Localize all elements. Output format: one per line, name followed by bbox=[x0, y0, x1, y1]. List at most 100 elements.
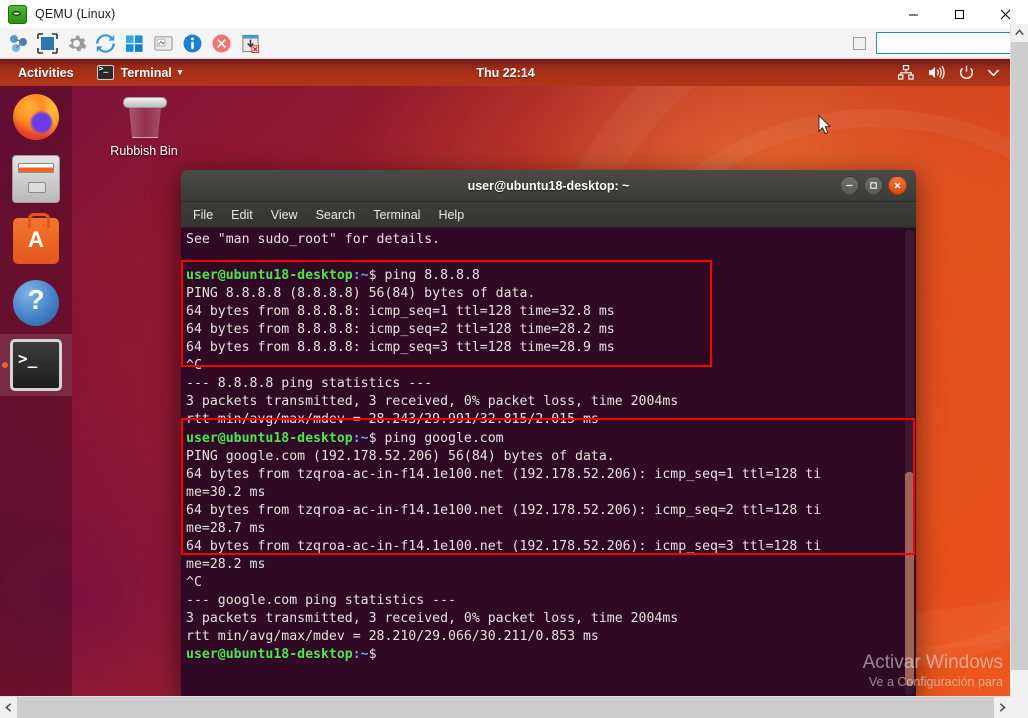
topbar-app-name: Terminal bbox=[121, 66, 172, 80]
fullscreen-icon[interactable] bbox=[35, 31, 59, 55]
prompt-symbol: $ bbox=[369, 431, 385, 446]
scroll-right-arrow-icon[interactable] bbox=[994, 697, 1011, 718]
terminal-line: 64 bytes from tzqroa-ac-in-f14.1e100.net… bbox=[186, 502, 896, 520]
rubbish-bin-icon bbox=[123, 94, 165, 138]
windows-key-icon[interactable] bbox=[122, 31, 146, 55]
info-icon[interactable] bbox=[180, 31, 204, 55]
host-titlebar: QEMU (Linux) bbox=[0, 0, 1028, 29]
prompt-user-host: user@ubuntu18-desktop bbox=[186, 268, 353, 283]
host-window-controls bbox=[890, 0, 1028, 28]
topbar-status-area[interactable] bbox=[898, 65, 1011, 80]
host-toolbar bbox=[0, 28, 1028, 59]
screenshot-icon[interactable] bbox=[151, 31, 175, 55]
power-tray-icon[interactable] bbox=[959, 65, 974, 80]
host-vertical-scrollbar-thumb[interactable] bbox=[1011, 42, 1028, 670]
scroll-up-arrow-icon[interactable] bbox=[1011, 24, 1028, 41]
terminal-scrollbar[interactable] bbox=[905, 230, 914, 695]
network-icon[interactable] bbox=[6, 31, 30, 55]
power-off-icon[interactable] bbox=[209, 31, 233, 55]
menu-file[interactable]: File bbox=[193, 208, 213, 222]
help-icon bbox=[13, 280, 59, 326]
network-tray-icon[interactable] bbox=[898, 65, 914, 80]
activities-button[interactable]: Activities bbox=[12, 64, 80, 82]
qemu-icon bbox=[8, 5, 27, 24]
reset-refresh-icon[interactable] bbox=[93, 31, 117, 55]
toolbar-checkbox[interactable] bbox=[853, 37, 866, 50]
prompt-path: :~ bbox=[353, 268, 369, 283]
volume-tray-icon[interactable] bbox=[928, 65, 945, 80]
terminal-command: ping google.com bbox=[385, 431, 504, 446]
terminal-line: rtt min/avg/max/mdev = 28.243/29.991/32.… bbox=[186, 411, 896, 429]
terminal-maximize-button[interactable] bbox=[864, 176, 883, 195]
host-horizontal-scrollbar[interactable] bbox=[0, 696, 1011, 718]
files-icon bbox=[12, 155, 60, 203]
terminal-window-controls bbox=[840, 170, 907, 201]
terminal-line: 64 bytes from tzqroa-ac-in-f14.1e100.net… bbox=[186, 538, 896, 556]
terminal-body[interactable]: See "man sudo_root" for details. user@ubu… bbox=[181, 228, 916, 697]
host-vertical-scrollbar[interactable] bbox=[1010, 24, 1028, 718]
prompt-user-host: user@ubuntu18-desktop bbox=[186, 431, 353, 446]
terminal-line: 64 bytes from tzqroa-ac-in-f14.1e100.net… bbox=[186, 466, 896, 484]
desktop-icon-label: Rubbish Bin bbox=[96, 144, 192, 158]
rubbish-bin-lid bbox=[123, 97, 167, 108]
terminal-line: user@ubuntu18-desktop:~$ bbox=[186, 646, 896, 664]
dock-item-terminal[interactable] bbox=[0, 334, 72, 396]
topbar-app-menu[interactable]: Terminal ▾ bbox=[97, 65, 183, 80]
prompt-path: :~ bbox=[353, 431, 369, 446]
terminal-line: ^C bbox=[186, 357, 896, 375]
terminal-title: user@ubuntu18-desktop: ~ bbox=[181, 179, 916, 193]
menu-view[interactable]: View bbox=[271, 208, 298, 222]
terminal-line: 64 bytes from 8.8.8.8: icmp_seq=2 ttl=12… bbox=[186, 321, 896, 339]
gnome-dock bbox=[0, 86, 72, 697]
host-horizontal-scrollbar-thumb[interactable] bbox=[17, 697, 994, 718]
menu-terminal[interactable]: Terminal bbox=[373, 208, 420, 222]
dock-item-firefox[interactable] bbox=[0, 86, 72, 148]
terminal-line: 64 bytes from 8.8.8.8: icmp_seq=1 ttl=12… bbox=[186, 303, 896, 321]
terminal-line: 3 packets transmitted, 3 received, 0% pa… bbox=[186, 393, 896, 411]
host-toolbar-text-input[interactable] bbox=[876, 32, 1020, 54]
prompt-user-host: user@ubuntu18-desktop bbox=[186, 647, 353, 662]
desktop-icon-rubbish-bin[interactable]: Rubbish Bin bbox=[96, 94, 192, 158]
terminal-line: See "man sudo_root" for details. bbox=[186, 231, 896, 249]
terminal-close-button[interactable] bbox=[888, 176, 907, 195]
dock-item-help[interactable] bbox=[0, 272, 72, 334]
dock-item-files[interactable] bbox=[0, 148, 72, 210]
terminal-line: user@ubuntu18-desktop:~$ ping google.com bbox=[186, 430, 896, 448]
terminal-line: 64 bytes from 8.8.8.8: icmp_seq=3 ttl=12… bbox=[186, 339, 896, 357]
guest-screen: ForoISP Activities Terminal ▾ Thu 22:14 bbox=[0, 59, 1011, 697]
terminal-output[interactable]: See "man sudo_root" for details. user@ubu… bbox=[186, 231, 896, 664]
menu-search[interactable]: Search bbox=[316, 208, 356, 222]
menu-edit[interactable]: Edit bbox=[231, 208, 253, 222]
prompt-symbol: $ bbox=[369, 268, 385, 283]
terminal-line: ^C bbox=[186, 574, 896, 592]
host-maximize-button[interactable] bbox=[936, 0, 982, 28]
terminal-line: --- 8.8.8.8 ping statistics --- bbox=[186, 375, 896, 393]
terminal-line: rtt min/avg/max/mdev = 28.210/29.066/30.… bbox=[186, 628, 896, 646]
eject-media-icon[interactable] bbox=[238, 31, 262, 55]
scroll-left-arrow-icon[interactable] bbox=[0, 697, 17, 718]
chevron-down-icon: ▾ bbox=[178, 67, 183, 78]
terminal-line: me=28.7 ms bbox=[186, 520, 896, 538]
terminal-line bbox=[186, 249, 896, 267]
terminal-minimize-button[interactable] bbox=[840, 176, 859, 195]
dock-item-software[interactable] bbox=[0, 210, 72, 272]
windows-activation-watermark: Activar Windows Ve a Configuración para bbox=[863, 651, 1003, 691]
host-scrollbar-corner bbox=[1011, 697, 1028, 718]
activation-title: Activar Windows bbox=[863, 651, 1003, 674]
firefox-icon bbox=[13, 94, 59, 140]
terminal-window: user@ubuntu18-desktop: ~ File Edit Vie bbox=[181, 170, 916, 697]
terminal-line: user@ubuntu18-desktop:~$ ping 8.8.8.8 bbox=[186, 267, 896, 285]
terminal-titlebar[interactable]: user@ubuntu18-desktop: ~ bbox=[181, 170, 916, 202]
host-minimize-button[interactable] bbox=[890, 0, 936, 28]
system-menu-caret-icon[interactable] bbox=[988, 69, 999, 77]
ubuntu-software-icon bbox=[13, 218, 59, 264]
menu-help[interactable]: Help bbox=[438, 208, 464, 222]
terminal-line: me=28.2 ms bbox=[186, 556, 896, 574]
terminal-command: ping 8.8.8.8 bbox=[385, 268, 480, 283]
terminal-line: PING google.com (192.178.52.206) 56(84) … bbox=[186, 448, 896, 466]
activation-subtitle: Ve a Configuración para bbox=[863, 674, 1003, 691]
prompt-path: :~ bbox=[353, 647, 369, 662]
terminal-icon bbox=[97, 65, 114, 80]
terminal-menubar: File Edit View Search Terminal Help bbox=[181, 202, 916, 228]
settings-gear-icon[interactable] bbox=[64, 31, 88, 55]
